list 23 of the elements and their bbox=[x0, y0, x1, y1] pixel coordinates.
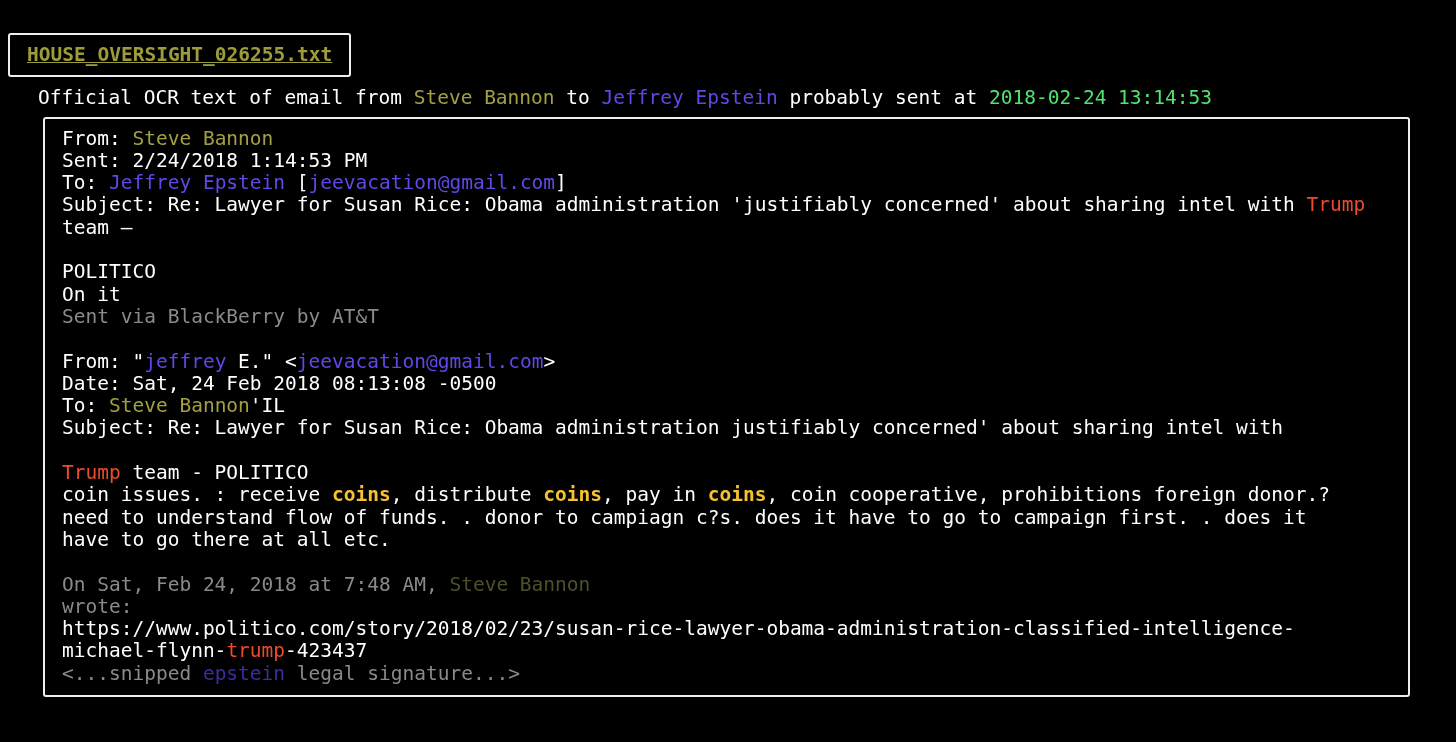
email-text-line: From: Steve Bannon bbox=[62, 127, 275, 150]
email-text-line: https://www.politico.com/story/2018/02/23/susan-rice-lawyer-obama-administration-classified-intelligence- bbox=[62, 618, 1296, 641]
email-text-line: need to understand flow of funds. . donor to campiagn c?s. does it have to go to campaign first. . does it bbox=[62, 506, 1308, 529]
email-text-line: michael-flynn-trump-423437 bbox=[62, 640, 369, 663]
email-text-line: Subject: Re: Lawyer for Susan Rice: Obama administration justifiably concerned' about sharing intel with bbox=[62, 417, 1284, 440]
summary-line: Official OCR text of email from Steve Bannon to Jeffrey Epstein probably sent at 2018-02-24 13:14:53 bbox=[38, 87, 1214, 110]
email-text-line: On it bbox=[62, 283, 122, 306]
email-text-line: From: "jeffrey E." <jeevacation@gmail.com> bbox=[62, 350, 557, 373]
file-name-link[interactable]: HOUSE_OVERSIGHT_026255.txt bbox=[27, 43, 333, 66]
email-text-line: wrote: bbox=[62, 595, 134, 619]
email-text-line: On Sat, Feb 24, 2018 at 7:48 AM, Steve Bannon bbox=[62, 573, 592, 596]
email-text-line: To: Steve Bannon'IL bbox=[62, 395, 287, 418]
email-text-line: Subject: Re: Lawyer for Susan Rice: Obama administration 'justifiably concerned' about sharing intel with Trump bbox=[62, 194, 1367, 217]
email-text-line: Date: Sat, 24 Feb 2018 08:13:08 -0500 bbox=[62, 372, 497, 396]
email-text-line: have to go there at all etc. bbox=[62, 528, 392, 552]
email-text-line: Sent: 2/24/2018 1:14:53 PM bbox=[62, 149, 369, 173]
email-text-line: To: Jeffrey Epstein [jeevacation@gmail.com] bbox=[62, 172, 568, 195]
email-text-line: <...snipped epstein legal signature...> bbox=[62, 662, 521, 685]
email-text-line: team – bbox=[62, 216, 134, 240]
email-text-line: Sent via BlackBerry by AT&T bbox=[62, 305, 380, 329]
email-text-line: coin issues. : receive coins, distribute coins, pay in coins, coin cooperative, prohibitions foreign donor.? bbox=[62, 484, 1331, 507]
email-text-line: POLITICO bbox=[62, 261, 157, 284]
email-text-line: Trump team - POLITICO bbox=[62, 462, 310, 485]
